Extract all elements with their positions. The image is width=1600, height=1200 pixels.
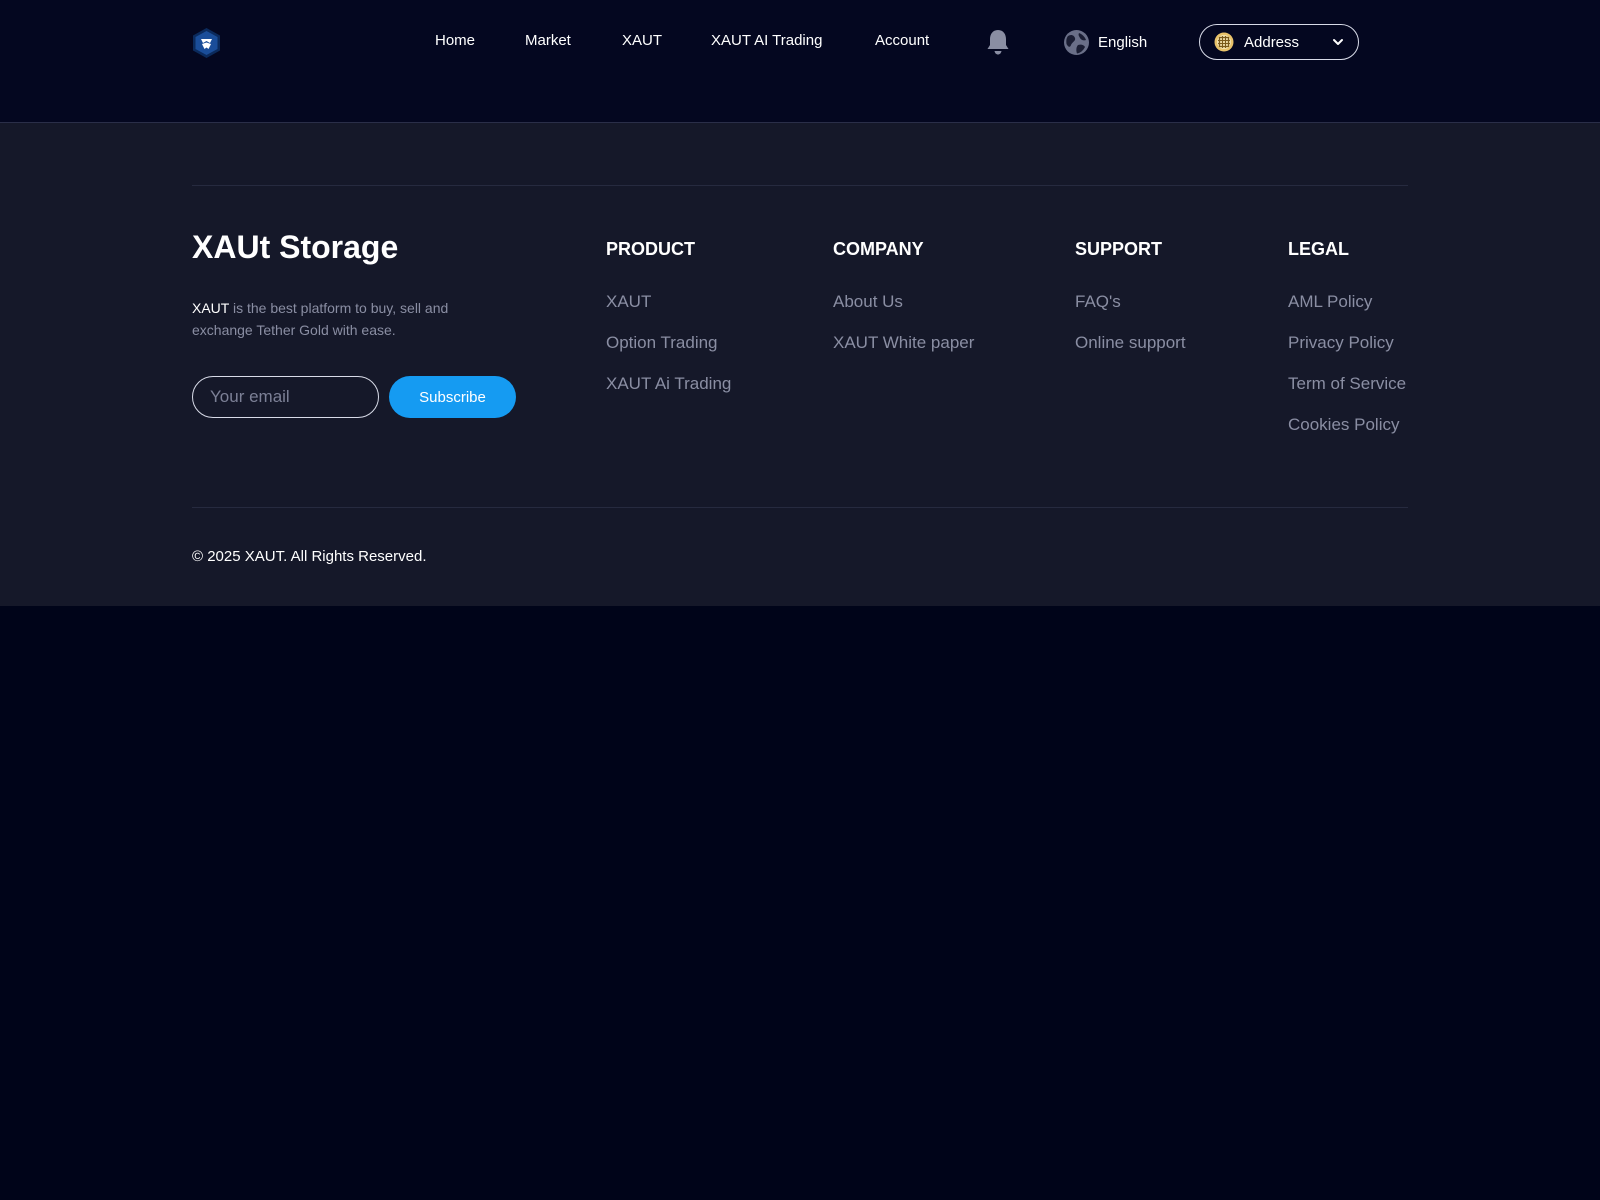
footer-col-title: PRODUCT	[606, 239, 695, 259]
footer-link-privacy-policy[interactable]: Privacy Policy	[1288, 333, 1406, 353]
main-nav: Home Market XAUT XAUT AI Trading Account	[0, 30, 1600, 54]
language-selector[interactable]: English	[1063, 27, 1147, 57]
nav-xaut-ai-trading[interactable]: XAUT AI Trading	[711, 32, 822, 49]
top-navbar: Home Market XAUT XAUT AI Trading Account…	[0, 0, 1600, 123]
footer-link-xaut[interactable]: XAUT	[606, 292, 731, 312]
chevron-down-icon	[1333, 39, 1343, 45]
footer-link-terms[interactable]: Term of Service	[1288, 374, 1406, 394]
brand-description-highlight: XAUT	[192, 300, 230, 316]
footer-col-product: PRODUCT XAUT Option Trading XAUT Ai Trad…	[606, 239, 731, 415]
address-dropdown[interactable]: Address	[1199, 24, 1359, 60]
copyright: © 2025 XAUT. All Rights Reserved.	[192, 548, 427, 565]
footer-col-company: COMPANY About Us XAUT White paper	[833, 239, 974, 374]
footer-link-aml-policy[interactable]: AML Policy	[1288, 292, 1406, 312]
brand-description: XAUT is the best platform to buy, sell a…	[192, 297, 492, 341]
footer-link-cookies-policy[interactable]: Cookies Policy	[1288, 415, 1406, 435]
brand-description-text: is the best platform to buy, sell and ex…	[192, 300, 449, 338]
footer-link-online-support[interactable]: Online support	[1075, 333, 1186, 353]
globe-icon	[1064, 29, 1089, 55]
footer-col-title: LEGAL	[1288, 239, 1349, 259]
nav-account[interactable]: Account	[875, 32, 929, 49]
footer-col-title: COMPANY	[833, 239, 924, 259]
brand-title: XAUt Storage	[192, 229, 399, 265]
footer-col-support: SUPPORT FAQ's Online support	[1075, 239, 1186, 374]
footer-link-faqs[interactable]: FAQ's	[1075, 292, 1186, 312]
footer: XAUt Storage XAUT is the best platform t…	[0, 123, 1600, 606]
footer-divider-bottom	[192, 507, 1408, 508]
subscribe-button[interactable]: Subscribe	[389, 376, 516, 418]
nav-xaut[interactable]: XAUT	[622, 32, 662, 49]
footer-link-xaut-ai-trading[interactable]: XAUT Ai Trading	[606, 374, 731, 394]
address-label: Address	[1244, 33, 1300, 51]
nav-market[interactable]: Market	[525, 32, 571, 49]
footer-link-option-trading[interactable]: Option Trading	[606, 333, 731, 353]
email-input[interactable]	[192, 376, 379, 418]
language-label: English	[1098, 33, 1148, 51]
footer-link-white-paper[interactable]: XAUT White paper	[833, 333, 974, 353]
footer-col-title: SUPPORT	[1075, 239, 1163, 259]
footer-divider-top	[192, 185, 1408, 186]
bell-icon[interactable]	[985, 28, 1011, 56]
footer-col-legal: LEGAL AML Policy Privacy Policy Term of …	[1288, 239, 1406, 456]
nav-home[interactable]: Home	[435, 32, 475, 49]
footer-link-about-us[interactable]: About Us	[833, 292, 974, 312]
coin-icon	[1214, 32, 1234, 52]
